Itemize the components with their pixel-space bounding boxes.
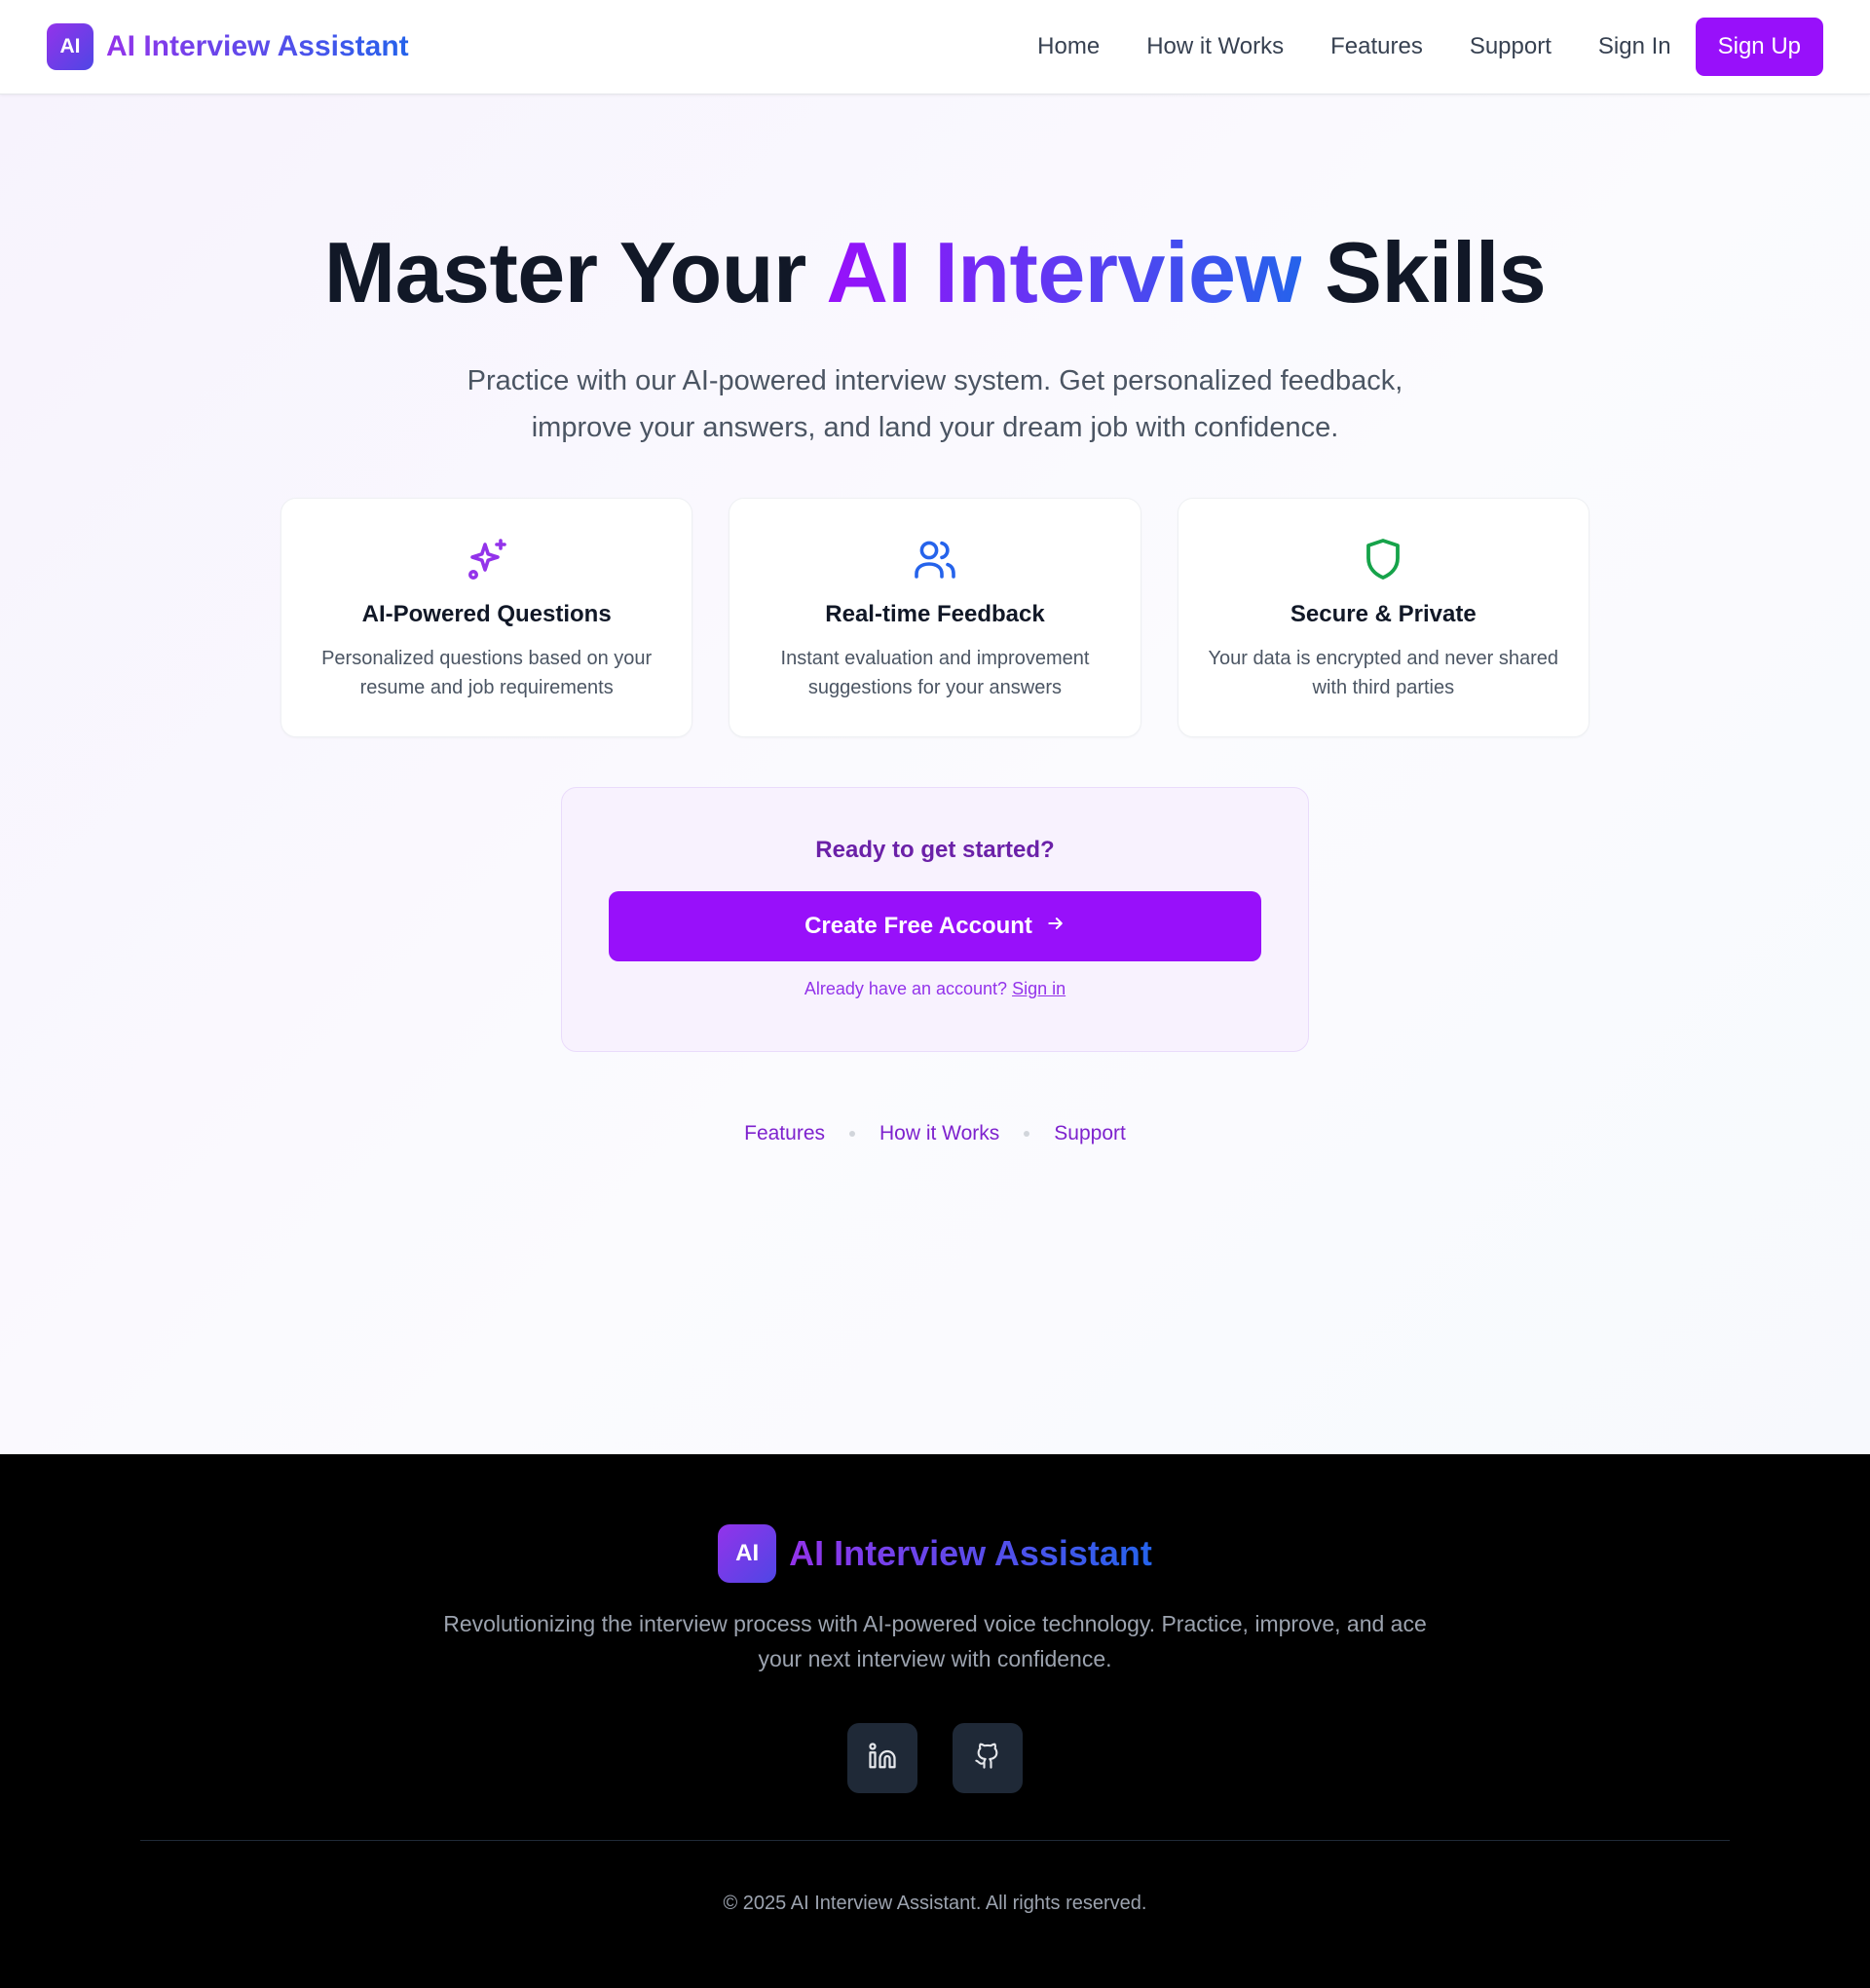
footer-logo: AI: [718, 1524, 777, 1583]
footer-brand[interactable]: AI AI Interview Assistant: [0, 1524, 1870, 1583]
hero-subtitle: Practice with our AI-powered interview s…: [467, 365, 1403, 443]
logo: AI: [47, 23, 94, 70]
sign-in-link-secondary[interactable]: Sign in: [1012, 979, 1066, 998]
cta-title: Ready to get started?: [815, 837, 1055, 863]
arrow-right-icon: [1046, 913, 1066, 940]
shield-icon: [1359, 535, 1407, 583]
linkedin-icon: [868, 1742, 897, 1776]
feature-title: AI-Powered Questions: [361, 601, 612, 627]
hero-section: Master Your AI Interview Skills Practice…: [0, 94, 1870, 1454]
feature-card-secure: Secure & Private Your data is encrypted …: [1177, 498, 1590, 737]
nav-link-support[interactable]: Support: [1470, 33, 1552, 60]
github-button[interactable]: [953, 1723, 1023, 1793]
nav-link-home[interactable]: Home: [1037, 33, 1100, 60]
separator-dot: [849, 1131, 855, 1137]
hero-title-highlight: AI Interview: [826, 224, 1302, 320]
secondary-links: Features How it Works Support: [0, 1122, 1870, 1145]
footer-description: Revolutionizing the interview process wi…: [443, 1611, 1427, 1671]
copyright: © 2025 AI Interview Assistant. All right…: [723, 1893, 1147, 1914]
nav-links: Home How it Works Features Support Sign …: [1037, 18, 1823, 76]
brand[interactable]: AI AI Interview Assistant: [47, 23, 409, 70]
feature-cards: AI-Powered Questions Personalized questi…: [280, 498, 1590, 737]
feature-title: Real-time Feedback: [825, 601, 1045, 627]
feature-desc: Personalized questions based on your res…: [321, 648, 653, 698]
feature-desc: Instant evaluation and improvement sugge…: [780, 648, 1090, 698]
feature-title: Secure & Private: [1290, 601, 1477, 627]
cta-panel: Ready to get started? Create Free Accoun…: [561, 787, 1309, 1052]
create-account-label: Create Free Account: [804, 913, 1032, 939]
hero-title-part1: Master Your: [323, 224, 827, 320]
footer-divider: [140, 1840, 1730, 1841]
cta-footnote-text: Already have an account?: [804, 979, 1008, 998]
top-nav: AI AI Interview Assistant Home How it Wo…: [0, 0, 1870, 94]
secondary-link-features[interactable]: Features: [744, 1122, 825, 1145]
social-links: [0, 1723, 1870, 1793]
sign-up-button[interactable]: Sign Up: [1695, 18, 1823, 76]
sparkles-icon: [463, 535, 511, 583]
linkedin-button[interactable]: [847, 1723, 917, 1793]
secondary-link-how-it-works[interactable]: How it Works: [879, 1122, 999, 1145]
users-icon: [911, 535, 959, 583]
feature-card-feedback: Real-time Feedback Instant evaluation an…: [729, 498, 1141, 737]
footer-brand-name: AI Interview Assistant: [789, 1533, 1152, 1573]
hero-title-part2: Skills: [1301, 224, 1547, 320]
sign-in-link[interactable]: Sign In: [1598, 33, 1671, 60]
github-icon: [974, 1743, 1001, 1775]
nav-link-features[interactable]: Features: [1330, 33, 1423, 60]
nav-link-how-it-works[interactable]: How it Works: [1146, 33, 1284, 60]
cta-footnote: Already have an account? Sign in: [562, 979, 1308, 999]
brand-name: AI Interview Assistant: [106, 30, 409, 62]
feature-card-ai-questions: AI-Powered Questions Personalized questi…: [280, 498, 693, 737]
feature-desc: Your data is encrypted and never shared …: [1208, 648, 1559, 698]
hero-title: Master Your AI Interview Skills: [0, 224, 1870, 321]
create-account-button[interactable]: Create Free Account: [609, 891, 1261, 961]
separator-dot: [1024, 1131, 1030, 1137]
secondary-link-support[interactable]: Support: [1054, 1122, 1126, 1145]
footer: AI AI Interview Assistant Revolutionizin…: [0, 1454, 1870, 1988]
